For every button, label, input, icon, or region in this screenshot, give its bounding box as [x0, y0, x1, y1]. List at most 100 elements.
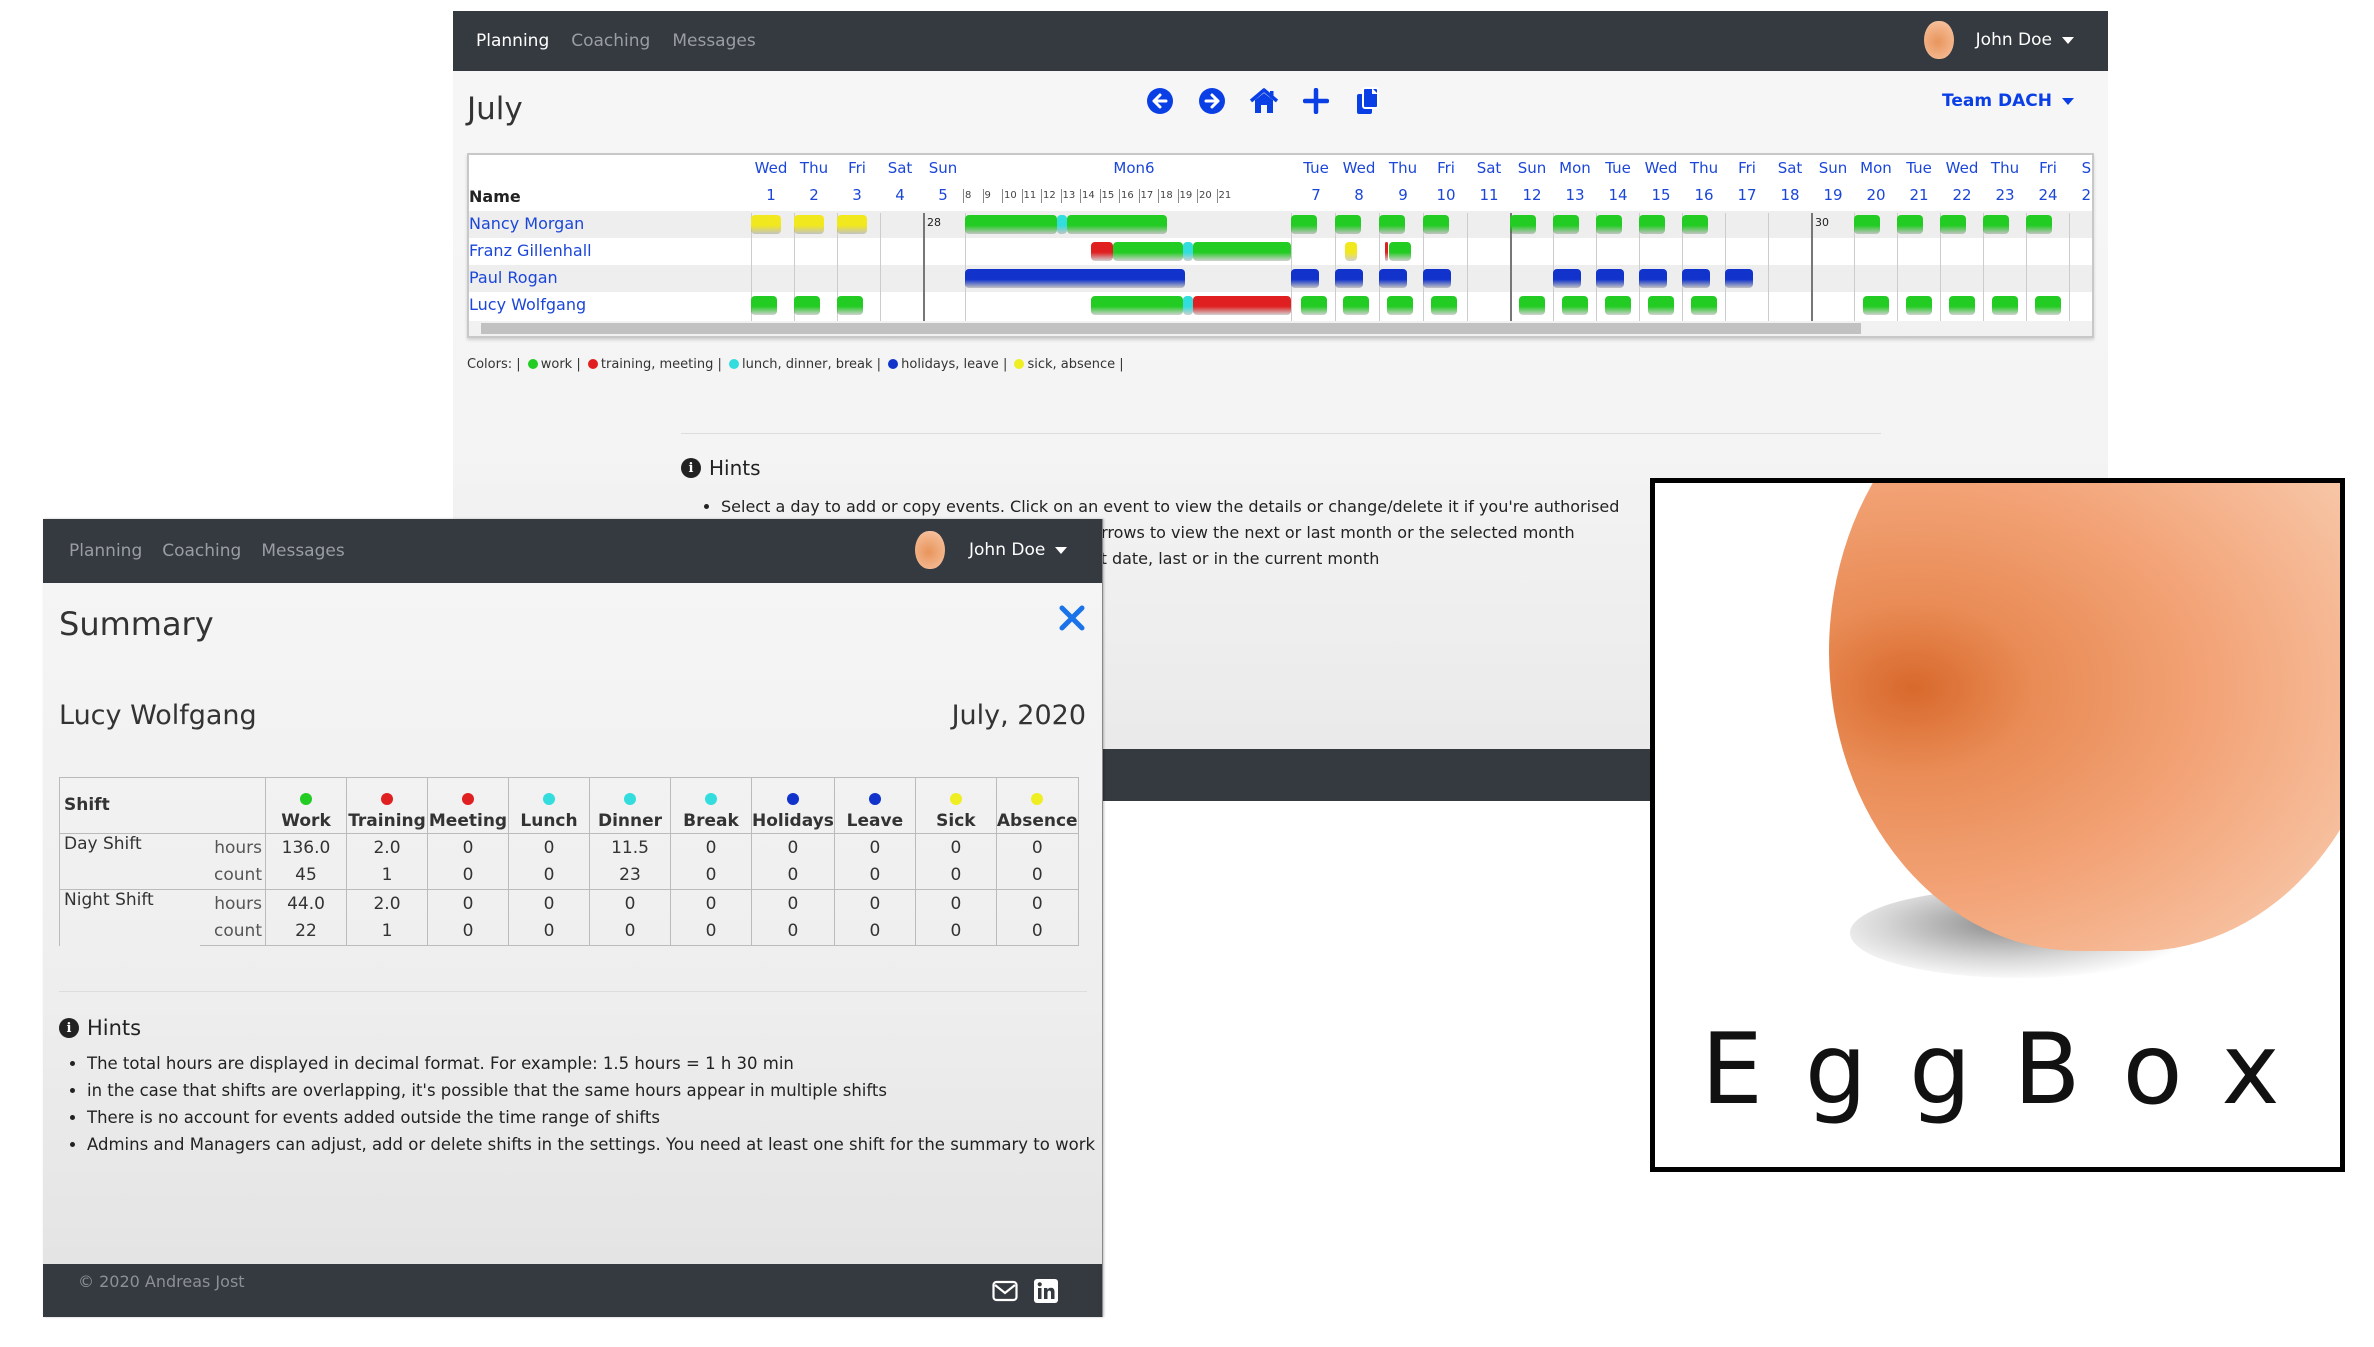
event-bar[interactable] [1423, 215, 1449, 234]
event-bar[interactable] [837, 296, 863, 315]
event-bar[interactable] [751, 296, 777, 315]
day-number-label[interactable]: 2 [794, 186, 834, 204]
event-bar[interactable] [837, 215, 867, 234]
person-link[interactable]: Nancy Morgan [469, 214, 584, 233]
nav-planning[interactable]: Planning [476, 31, 549, 51]
event-bar[interactable] [1949, 296, 1975, 315]
nav-coaching[interactable]: Coaching [162, 541, 241, 561]
day-number-label[interactable]: 18 [1770, 186, 1810, 204]
nav-messages[interactable]: Messages [261, 541, 344, 561]
event-bar[interactable] [1983, 215, 2009, 234]
day-number-label[interactable]: 22 [1942, 186, 1982, 204]
event-bar[interactable] [1291, 215, 1317, 234]
day-number-label[interactable]: 21 [1899, 186, 1939, 204]
event-bar[interactable] [1379, 215, 1405, 234]
event-bar[interactable] [1091, 242, 1113, 261]
event-bar[interactable] [1906, 296, 1932, 315]
day-number-label[interactable]: 14 [1598, 186, 1638, 204]
event-bar[interactable] [1193, 296, 1291, 315]
event-bar[interactable] [794, 296, 820, 315]
event-bar[interactable] [1345, 242, 1357, 261]
event-bar[interactable] [2035, 296, 2061, 315]
event-bar[interactable] [1596, 215, 1622, 234]
home-icon[interactable] [1249, 86, 1279, 116]
user-menu[interactable]: John Doe [915, 531, 1068, 569]
plus-icon[interactable] [1301, 86, 1331, 116]
event-bar[interactable] [1510, 215, 1536, 234]
day-number-label[interactable]: 17 [1727, 186, 1767, 204]
event-bar[interactable] [1940, 215, 1966, 234]
team-dropdown[interactable]: Team DACH [1942, 91, 2074, 111]
event-bar[interactable] [751, 215, 781, 234]
event-bar[interactable] [1562, 296, 1588, 315]
event-bar[interactable] [1387, 296, 1413, 315]
event-bar[interactable] [1553, 269, 1581, 288]
event-bar[interactable] [1992, 296, 2018, 315]
event-bar[interactable] [1183, 296, 1193, 315]
event-bar[interactable] [1335, 215, 1361, 234]
close-icon[interactable] [1057, 603, 1087, 633]
event-bar[interactable] [965, 215, 1057, 234]
event-bar[interactable] [965, 269, 1185, 288]
event-bar[interactable] [794, 215, 824, 234]
day-number-label[interactable]: 13 [1555, 186, 1595, 204]
event-bar[interactable] [1682, 215, 1708, 234]
event-bar[interactable] [1553, 215, 1579, 234]
day-number-label[interactable]: 3 [837, 186, 877, 204]
nav-messages[interactable]: Messages [672, 31, 755, 51]
day-number-label[interactable]: 20 [1856, 186, 1896, 204]
event-bar[interactable] [1389, 242, 1411, 261]
event-bar[interactable] [1193, 242, 1291, 261]
event-bar[interactable] [1385, 242, 1388, 261]
copy-icon[interactable] [1353, 86, 1383, 116]
event-bar[interactable] [1423, 269, 1451, 288]
arrow-left-icon[interactable] [1145, 86, 1175, 116]
day-of-week-label[interactable]: Sa [2061, 159, 2092, 177]
day-number-label[interactable]: 9 [1383, 186, 1423, 204]
mail-icon[interactable] [992, 1278, 1018, 1304]
day-number-label[interactable]: 5 [923, 186, 963, 204]
event-bar[interactable] [1431, 296, 1457, 315]
day-number-label[interactable]: 10 [1426, 186, 1466, 204]
nav-coaching[interactable]: Coaching [571, 31, 650, 51]
event-bar[interactable] [1605, 296, 1631, 315]
event-bar[interactable] [1691, 296, 1717, 315]
day-number-label[interactable]: 19 [1813, 186, 1853, 204]
event-bar[interactable] [1897, 215, 1923, 234]
event-bar[interactable] [1863, 296, 1889, 315]
event-bar[interactable] [1725, 269, 1753, 288]
person-link[interactable]: Lucy Wolfgang [469, 295, 586, 314]
event-bar[interactable] [1291, 269, 1319, 288]
event-bar[interactable] [1648, 296, 1674, 315]
event-bar[interactable] [1091, 296, 1183, 315]
event-bar[interactable] [1113, 242, 1183, 261]
linkedin-icon[interactable] [1033, 1278, 1059, 1304]
scrollbar-thumb[interactable] [481, 323, 1861, 334]
event-bar[interactable] [1067, 215, 1167, 234]
event-bar[interactable] [1335, 269, 1363, 288]
day-number-label[interactable]: 11 [1469, 186, 1509, 204]
arrow-right-icon[interactable] [1197, 86, 1227, 116]
day-of-week-label[interactable]: Sun [913, 159, 973, 177]
person-link[interactable]: Franz Gillenhall [469, 241, 592, 260]
day-number-label[interactable]: 25 [2071, 186, 2092, 204]
day-number-label[interactable]: 8 [1339, 186, 1379, 204]
day-number-label[interactable]: 24 [2028, 186, 2068, 204]
day-number-label[interactable]: 15 [1641, 186, 1681, 204]
event-bar[interactable] [1343, 296, 1369, 315]
day-number-label[interactable]: 12 [1512, 186, 1552, 204]
day-number-label[interactable]: 7 [1296, 186, 1336, 204]
horizontal-scrollbar[interactable] [469, 321, 2092, 336]
event-bar[interactable] [1057, 215, 1067, 234]
user-menu[interactable]: John Doe [1923, 21, 2074, 59]
day-number-label[interactable]: 23 [1985, 186, 2025, 204]
event-bar[interactable] [1596, 269, 1624, 288]
person-link[interactable]: Paul Rogan [469, 268, 558, 287]
event-bar[interactable] [1519, 296, 1545, 315]
event-bar[interactable] [1379, 269, 1407, 288]
event-bar[interactable] [1682, 269, 1710, 288]
nav-planning[interactable]: Planning [69, 541, 142, 561]
event-bar[interactable] [1854, 215, 1880, 234]
day-number-label[interactable]: 1 [751, 186, 791, 204]
event-bar[interactable] [1183, 242, 1193, 261]
